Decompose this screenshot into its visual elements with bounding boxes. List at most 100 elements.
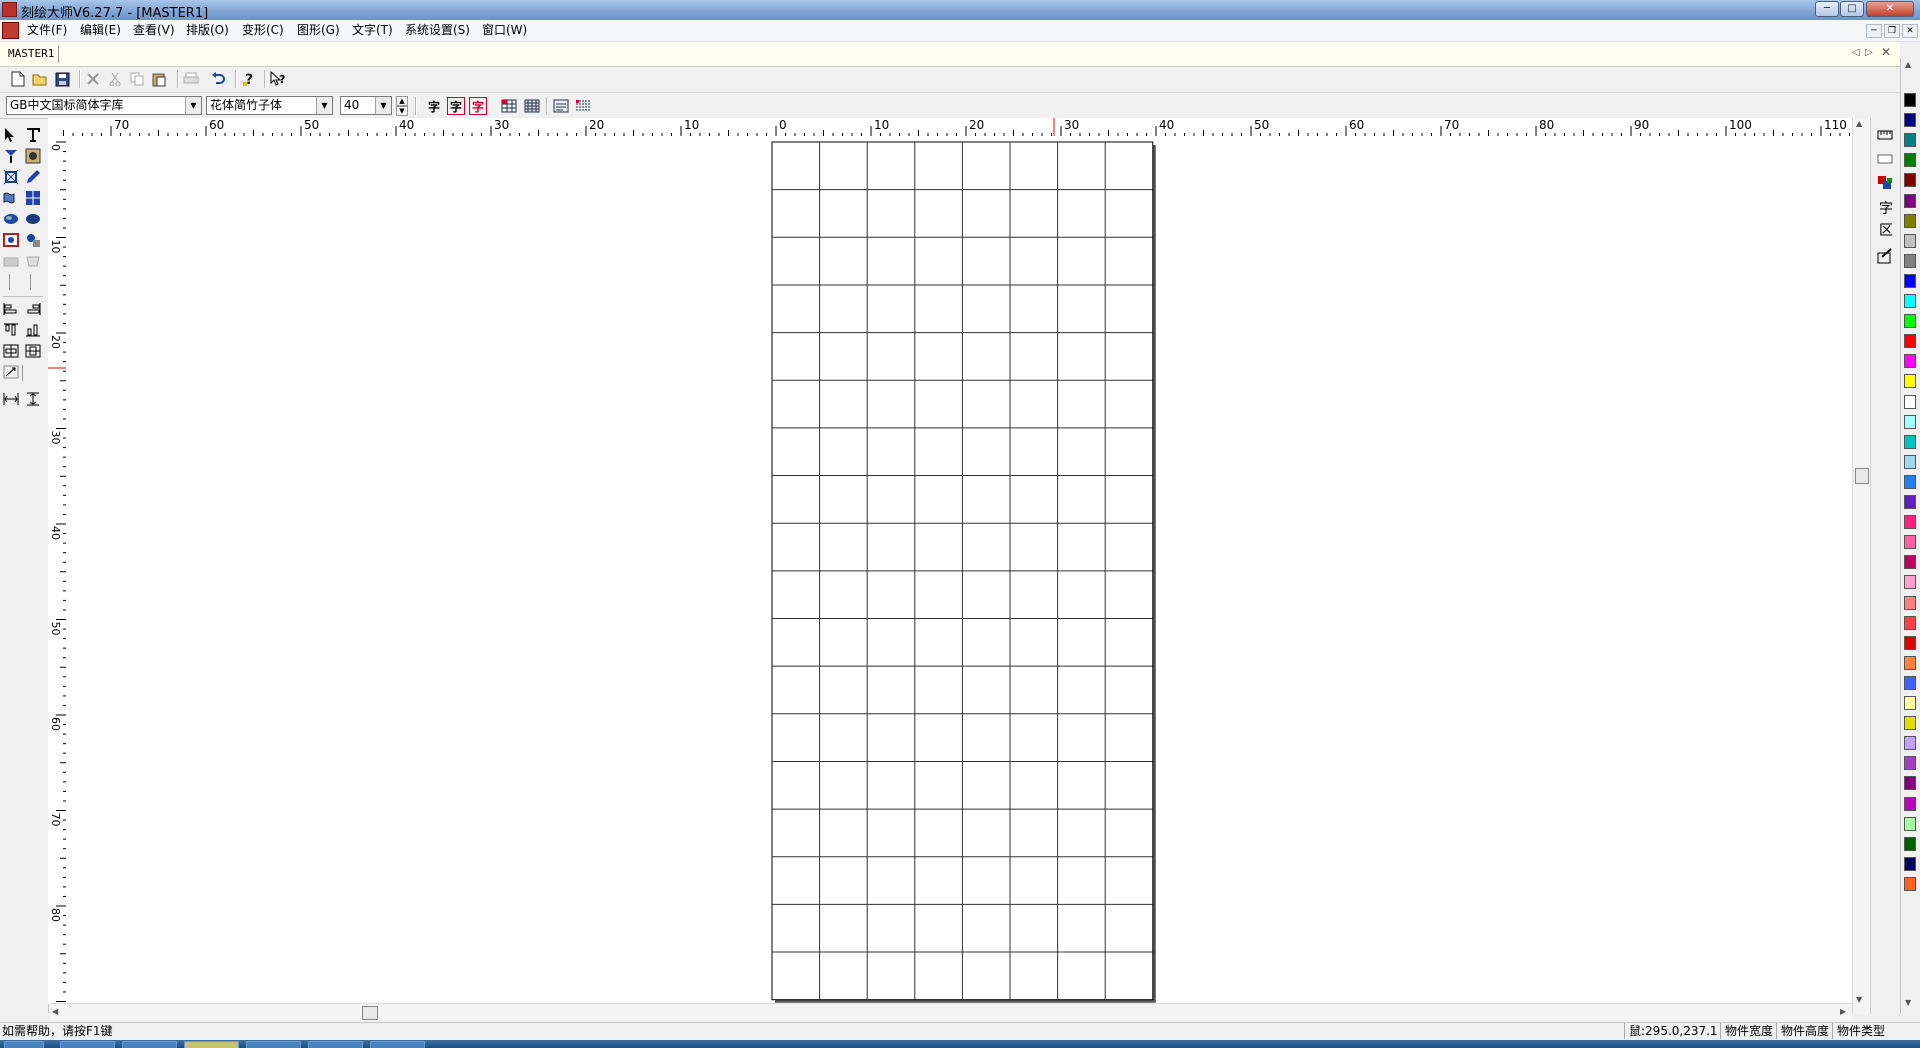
color-swatch[interactable]	[1904, 253, 1916, 268]
ellipse-icon[interactable]	[25, 211, 43, 229]
color-swatch[interactable]	[1904, 595, 1916, 610]
color-swatch[interactable]	[1904, 233, 1916, 248]
color-swatch[interactable]	[1904, 495, 1916, 509]
color-swatch[interactable]	[1904, 193, 1916, 208]
color-swatch[interactable]	[1904, 354, 1916, 369]
horizontal-distribute-icon[interactable]	[3, 392, 21, 410]
vertical-distribute-icon[interactable]	[25, 392, 43, 410]
char-frame-button[interactable]: 字	[469, 97, 487, 115]
mdi-minimize-button[interactable]: ─	[1866, 24, 1882, 38]
char-vertical-button[interactable]: 字	[447, 97, 465, 115]
grid-tool-icon[interactable]	[25, 190, 43, 208]
menu-item[interactable]: 系统设置(S)	[405, 22, 470, 39]
new-file-icon[interactable]	[9, 70, 27, 88]
scroll-down-arrow-icon[interactable]: ▼	[1856, 995, 1862, 1004]
start-button[interactable]	[4, 1041, 44, 1048]
text-tool-icon[interactable]	[25, 127, 43, 145]
tab-close-button[interactable]: ✕	[1881, 45, 1891, 59]
ellipse-fill-icon[interactable]	[3, 211, 21, 229]
column-layout-icon[interactable]	[574, 97, 592, 115]
cut-icon[interactable]	[106, 70, 124, 88]
color-swatch[interactable]	[1904, 756, 1916, 771]
color-swatch[interactable]	[1904, 796, 1916, 811]
menu-item[interactable]: 变形(C)	[242, 22, 284, 39]
font-name-select[interactable]: 花体简竹子体 ▼	[206, 96, 333, 115]
rectangle-icon[interactable]	[1877, 152, 1893, 169]
chevron-down-icon[interactable]: ▼	[185, 97, 201, 114]
region-panel-label[interactable]: 区	[1879, 220, 1893, 240]
table-grid-icon[interactable]	[523, 97, 541, 115]
print-icon[interactable]	[182, 70, 200, 88]
color-swatch[interactable]	[1904, 876, 1916, 891]
plot-disabled-icon[interactable]	[25, 253, 43, 271]
document-icon[interactable]	[2, 22, 19, 39]
menu-item[interactable]: 编辑(E)	[80, 22, 121, 39]
color-swatch[interactable]	[1904, 515, 1916, 530]
menu-item[interactable]: 图形(G)	[297, 22, 340, 39]
open-folder-icon[interactable]	[31, 70, 49, 88]
tab-prev-button[interactable]: ◁	[1852, 47, 1860, 58]
char-horizontal-button[interactable]: 字	[425, 97, 443, 115]
font-size-up-button[interactable]: ▲	[396, 96, 408, 106]
align-left-icon[interactable]	[3, 302, 21, 320]
align-right-icon[interactable]	[25, 302, 43, 320]
shape-tool-icon[interactable]	[25, 232, 43, 250]
palette-scroll-down-icon[interactable]: ▼	[1905, 998, 1911, 1007]
color-swatch[interactable]	[1904, 314, 1916, 329]
taskbar-item[interactable]	[60, 1041, 115, 1048]
help-icon[interactable]: ?	[240, 70, 258, 88]
node-edit-icon[interactable]	[3, 148, 21, 166]
horizontal-scroll-thumb[interactable]	[362, 1006, 378, 1020]
weld-tool-icon[interactable]	[3, 190, 21, 208]
menu-item[interactable]: 查看(V)	[133, 22, 175, 39]
scroll-left-arrow-icon[interactable]: ◀	[52, 1007, 58, 1016]
color-swatch[interactable]	[1904, 716, 1916, 731]
pen-tool-icon[interactable]	[25, 169, 43, 187]
taskbar-item[interactable]	[246, 1041, 301, 1048]
copy-icon[interactable]	[128, 70, 146, 88]
chevron-down-icon[interactable]: ▼	[316, 97, 332, 114]
color-swatch[interactable]	[1904, 575, 1916, 590]
color-swatch[interactable]	[1904, 434, 1916, 449]
color-swatch[interactable]	[1904, 133, 1916, 148]
select-arrow-icon[interactable]	[3, 127, 21, 145]
color-swatch[interactable]	[1904, 273, 1916, 288]
settings-tool-icon[interactable]	[1877, 248, 1893, 267]
color-swatch[interactable]	[1904, 93, 1916, 107]
chevron-down-icon[interactable]: ▼	[375, 97, 391, 114]
resize-icon[interactable]	[3, 365, 21, 383]
mdi-restore-button[interactable]: ❐	[1884, 24, 1900, 38]
color-swatch[interactable]	[1904, 414, 1916, 429]
taskbar-item[interactable]	[184, 1041, 239, 1048]
color-swatch[interactable]	[1904, 816, 1916, 831]
undo-icon[interactable]	[209, 70, 227, 88]
horizontal-scrollbar[interactable]: ◀ ▶	[50, 1003, 1852, 1021]
character-grid-paper[interactable]	[66, 136, 1852, 1004]
char-panel-label[interactable]: 字	[1879, 198, 1893, 218]
maximize-button[interactable]: □	[1840, 1, 1864, 17]
color-swatch[interactable]	[1904, 535, 1916, 550]
vertical-scrollbar[interactable]: ▲ ▼	[1852, 118, 1870, 1014]
taskbar-item[interactable]	[370, 1041, 425, 1048]
color-swatch[interactable]	[1904, 173, 1916, 188]
scroll-up-arrow-icon[interactable]: ▲	[1856, 119, 1862, 128]
color-swatch[interactable]	[1904, 474, 1916, 489]
layout-grid-icon[interactable]	[500, 97, 518, 115]
vertical-scroll-thumb[interactable]	[1855, 468, 1869, 484]
tab-next-button[interactable]: ▷	[1865, 47, 1873, 58]
color-swatch[interactable]	[1904, 836, 1916, 851]
mdi-close-button[interactable]: ✕	[1902, 24, 1918, 38]
arrange-text-icon[interactable]	[552, 97, 570, 115]
scroll-right-arrow-icon[interactable]: ▶	[1840, 1007, 1846, 1016]
align-top-icon[interactable]	[3, 323, 21, 341]
transform-tool-icon[interactable]	[3, 169, 21, 187]
color-swatch[interactable]	[1904, 776, 1916, 791]
color-swatch[interactable]	[1904, 334, 1916, 349]
font-library-select[interactable]: GB中文国标简体字库 ▼	[6, 96, 202, 115]
color-swatch[interactable]	[1904, 454, 1916, 469]
taskbar-item[interactable]	[308, 1041, 363, 1048]
color-swatch[interactable]	[1904, 555, 1916, 570]
color-swatch[interactable]	[1904, 635, 1916, 650]
color-swatch[interactable]	[1904, 394, 1916, 409]
color-swatch[interactable]	[1904, 213, 1916, 228]
